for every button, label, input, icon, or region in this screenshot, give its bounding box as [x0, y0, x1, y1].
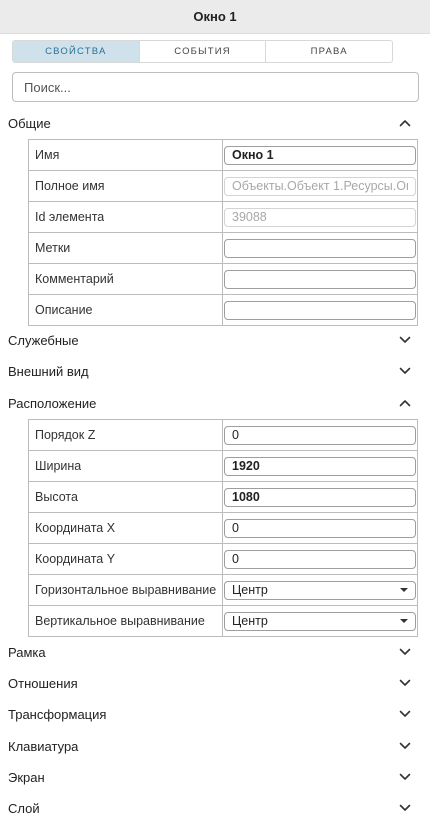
select-value: Центр — [232, 614, 268, 628]
property-label: Высота — [35, 490, 78, 504]
x-coordinate-field[interactable] — [224, 518, 416, 538]
section-title: Отношения — [8, 675, 78, 691]
chevron-down-icon[interactable] — [398, 707, 412, 721]
search-input[interactable] — [12, 72, 419, 102]
property-row-tags: Метки — [28, 233, 418, 264]
height-field[interactable] — [224, 487, 416, 507]
property-label: Полное имя — [35, 179, 105, 193]
section-keyboard[interactable]: Клавиатура — [8, 736, 412, 756]
property-label: Вертикальное выравнивание — [35, 614, 205, 628]
section-general[interactable]: Общие — [8, 113, 412, 133]
y-coordinate-field[interactable] — [224, 549, 416, 569]
section-title: Клавиатура — [8, 738, 79, 754]
section-appearance[interactable]: Внешний вид — [8, 361, 412, 381]
property-label: Горизонтальное выравнивание — [35, 583, 217, 597]
select-value: Центр — [232, 583, 268, 597]
property-row-full-name: Полное имя — [28, 171, 418, 202]
section-transform[interactable]: Трансформация — [8, 704, 412, 724]
section-service[interactable]: Служебные — [8, 330, 412, 350]
layout-properties-grid: Порядок Z Ширина Высота Координата X Коо… — [28, 419, 418, 637]
description-field[interactable] — [224, 300, 416, 320]
property-row-h-align: Горизонтальное выравнивание Центр — [28, 575, 418, 606]
property-row-height: Высота — [28, 482, 418, 513]
window-title: Окно 1 — [0, 0, 430, 34]
section-title: Общие — [8, 115, 51, 131]
section-title: Экран — [8, 769, 45, 785]
property-row-description: Описание — [28, 295, 418, 326]
property-label: Координата X — [35, 521, 116, 535]
section-title: Служебные — [8, 332, 79, 348]
tab-events[interactable]: События — [138, 41, 266, 62]
width-field[interactable] — [224, 456, 416, 476]
z-order-field[interactable] — [224, 425, 416, 445]
chevron-up-icon[interactable] — [398, 396, 412, 410]
chevron-down-icon[interactable] — [398, 739, 412, 753]
caret-down-icon — [400, 588, 408, 592]
section-frame[interactable]: Рамка — [8, 642, 412, 662]
property-row-element-id: Id элемента — [28, 202, 418, 233]
property-label: Имя — [35, 148, 60, 162]
tags-field[interactable] — [224, 238, 416, 258]
property-label: Порядок Z — [35, 428, 96, 442]
tab-properties[interactable]: Свойства — [13, 41, 139, 62]
chevron-down-icon[interactable] — [398, 801, 412, 815]
tab-bar: Свойства События Права — [12, 40, 393, 63]
property-label: Метки — [35, 241, 71, 255]
horizontal-align-select[interactable]: Центр — [224, 580, 416, 600]
tab-permissions[interactable]: Права — [265, 41, 392, 62]
property-row-comment: Комментарий — [28, 264, 418, 295]
section-title: Внешний вид — [8, 363, 89, 379]
general-properties-grid: Имя Полное имя Id элемента Метки Коммент… — [28, 139, 418, 326]
chevron-down-icon[interactable] — [398, 364, 412, 378]
property-label: Комментарий — [35, 272, 114, 286]
property-label: Ширина — [35, 459, 82, 473]
section-relations[interactable]: Отношения — [8, 673, 412, 693]
section-layout[interactable]: Расположение — [8, 393, 412, 413]
element-id-field[interactable] — [224, 207, 416, 227]
section-title: Рамка — [8, 644, 46, 660]
property-row-name: Имя — [28, 140, 418, 171]
property-row-v-align: Вертикальное выравнивание Центр — [28, 606, 418, 637]
chevron-down-icon[interactable] — [398, 645, 412, 659]
section-title: Расположение — [8, 395, 97, 411]
chevron-down-icon[interactable] — [398, 676, 412, 690]
chevron-up-icon[interactable] — [398, 116, 412, 130]
comment-field[interactable] — [224, 269, 416, 289]
property-label: Описание — [35, 303, 93, 317]
property-row-x: Координата X — [28, 513, 418, 544]
vertical-align-select[interactable]: Центр — [224, 611, 416, 631]
property-label: Id элемента — [35, 210, 105, 224]
property-row-width: Ширина — [28, 451, 418, 482]
section-layer[interactable]: Слой — [8, 798, 412, 818]
chevron-down-icon[interactable] — [398, 770, 412, 784]
property-row-y: Координата Y — [28, 544, 418, 575]
caret-down-icon — [400, 619, 408, 623]
section-title: Слой — [8, 800, 40, 816]
section-screen[interactable]: Экран — [8, 767, 412, 787]
section-title: Трансформация — [8, 706, 107, 722]
name-field[interactable] — [224, 145, 416, 165]
property-label: Координата Y — [35, 552, 116, 566]
property-row-z-order: Порядок Z — [28, 420, 418, 451]
full-name-field[interactable] — [224, 176, 416, 196]
chevron-down-icon[interactable] — [398, 333, 412, 347]
